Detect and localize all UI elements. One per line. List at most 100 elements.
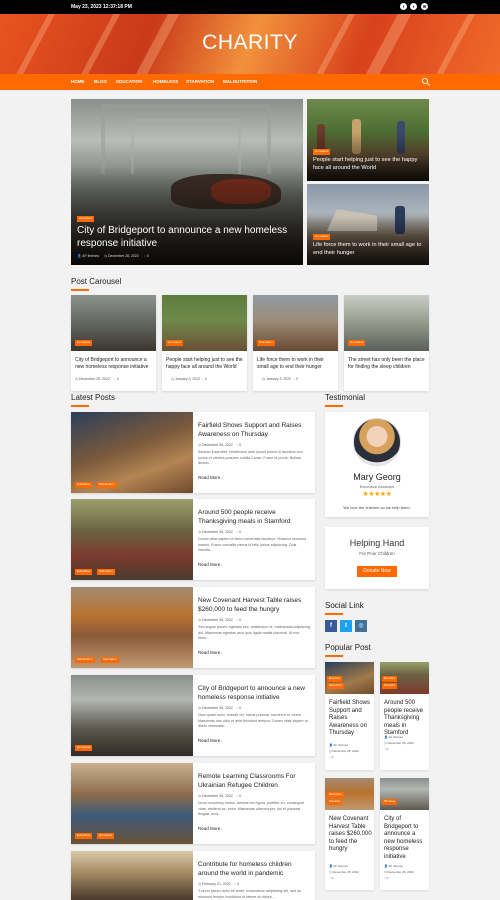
post-title[interactable]: New Covenant Harvest Table raises $260,0… — [329, 816, 373, 854]
category-badge[interactable]: Starvation — [382, 683, 398, 689]
instagram-icon[interactable]: ◎ — [355, 620, 367, 632]
nav-education[interactable]: EDUCATION — [116, 79, 142, 84]
twitter-icon[interactable]: t — [340, 620, 352, 632]
category-badge[interactable]: Homeless — [313, 149, 331, 155]
read-more-link[interactable]: Read More.. — [198, 475, 223, 480]
featured-main-title[interactable]: City of Bridgeport to announce a new hom… — [77, 224, 299, 250]
nav-homeless[interactable]: HOMELESS — [153, 79, 178, 84]
post-thumbnail[interactable] — [71, 499, 193, 580]
carousel-title[interactable]: The street has only been the place for f… — [348, 357, 426, 370]
carousel-card[interactable]: Homeless People start helping just to se… — [162, 295, 247, 391]
post-title[interactable]: Fairfield Shows Support and Raises Aware… — [329, 700, 373, 738]
latest-post[interactable]: Malnutrition Starvation New Covenant Har… — [71, 587, 315, 668]
popular-post-card[interactable]: Malnutrition Starvation New Covenant Har… — [325, 778, 374, 890]
post-author: 👤 AF themes — [329, 864, 348, 868]
carousel-title[interactable]: People start helping just to see the hap… — [166, 357, 244, 370]
popular-post-card[interactable]: Homeless City of Bridgeport to announce … — [380, 778, 429, 890]
rating-stars-icon: ★★★★★ — [362, 491, 392, 498]
post-title[interactable]: Remote Learning Classrooms For Ukrainian… — [198, 773, 311, 790]
category-badge[interactable]: Malnutrition — [97, 482, 117, 488]
site-title[interactable]: CHARITY — [0, 31, 500, 55]
latest-post[interactable]: Education Starvation Around 500 people r… — [71, 499, 315, 580]
latest-post[interactable]: Homeless City of Bridgeport to announce … — [71, 675, 315, 756]
email-icon[interactable]: ✉ — [421, 3, 428, 10]
category-badge[interactable]: Homeless — [75, 340, 93, 346]
post-thumbnail[interactable] — [71, 412, 193, 493]
category-badge[interactable]: Education — [75, 833, 93, 839]
donation-subtitle: For Poor Children — [359, 551, 395, 556]
category-badge[interactable]: Malnutrition — [327, 792, 344, 798]
category-badge[interactable]: Starvation — [257, 340, 275, 346]
post-author: 👤 AF themes — [384, 864, 403, 868]
category-badge[interactable]: Education — [382, 676, 398, 682]
donate-now-button[interactable]: Donate Now — [357, 566, 397, 577]
post-title[interactable]: City of Bridgeport to announce a new hom… — [384, 816, 428, 861]
post-comments: ◌ 0 — [293, 377, 299, 381]
post-date: ◷ December 28, 2022 — [198, 530, 233, 534]
nav-home[interactable]: HOME — [71, 79, 85, 84]
read-more-link[interactable]: Read More.. — [198, 650, 223, 655]
post-date: ◷ December 28, 2022 — [198, 706, 233, 710]
carousel-title[interactable]: Life force them to work in their small a… — [257, 357, 335, 370]
featured-side-title[interactable]: People start helping just to see the hap… — [313, 156, 427, 172]
category-badge[interactable]: Malnutrition — [327, 683, 344, 689]
category-badge[interactable]: Homeless — [313, 234, 331, 240]
author-name[interactable]: AF themes — [82, 254, 99, 258]
featured-side-post[interactable]: Homeless People start helping just to se… — [307, 99, 429, 181]
carousel-card[interactable]: Homeless City of Bridgeport to announce … — [71, 295, 156, 391]
featured-side-title[interactable]: Life force them to work in their small a… — [313, 241, 427, 257]
nav-starvation[interactable]: STARVATION — [186, 79, 214, 84]
featured-main-post[interactable]: Homeless City of Bridgeport to announce … — [71, 99, 303, 265]
category-badge[interactable]: Malnutrition — [75, 657, 95, 663]
carousel-card[interactable]: Starvation Life force them to work in th… — [253, 295, 338, 391]
carousel-title[interactable]: City of Bridgeport to announce a new hom… — [75, 357, 153, 370]
category-badge[interactable]: Education — [75, 482, 93, 488]
nav-blog[interactable]: BLOG — [94, 79, 107, 84]
post-title[interactable]: Contribute for homeless children around … — [198, 861, 311, 878]
latest-post[interactable]: Education Malnutrition Fairfield Shows S… — [71, 412, 315, 493]
post-title[interactable]: City of Bridgeport to announce a new hom… — [198, 685, 311, 702]
author-name[interactable]: AF themes — [333, 864, 348, 868]
post-title[interactable]: New Covenant Harvest Table raises $260,0… — [198, 597, 311, 614]
facebook-icon[interactable]: f — [325, 620, 337, 632]
post-thumbnail[interactable] — [380, 778, 429, 810]
post-thumbnail[interactable] — [71, 675, 193, 756]
post-title[interactable]: Around 500 people receive Thanksgiving m… — [384, 700, 428, 738]
nav-malnutrition[interactable]: MALNUTRITION — [223, 79, 257, 84]
category-badge[interactable]: Starvation — [101, 657, 119, 663]
date-text: December 28, 2022 — [108, 254, 139, 258]
category-badge[interactable]: Homeless — [382, 799, 398, 805]
featured-side-post[interactable]: Homeless Life force them to work in thei… — [307, 184, 429, 265]
popular-post-card[interactable]: Education Malnutrition Fairfield Shows S… — [325, 662, 374, 770]
section-heading: Post Carousel — [71, 277, 122, 286]
latest-post[interactable]: Contribute for homeless children around … — [71, 851, 315, 900]
search-icon[interactable] — [422, 78, 428, 84]
author-name[interactable]: AF themes — [333, 743, 348, 747]
category-badge[interactable]: Homeless — [166, 340, 184, 346]
category-badge[interactable]: Homeless — [348, 340, 366, 346]
category-badge[interactable]: Starvation — [97, 569, 115, 575]
category-badge[interactable]: Starvation — [327, 799, 343, 805]
post-thumbnail[interactable] — [71, 587, 193, 668]
author-name[interactable]: AF themes — [388, 864, 403, 868]
read-more-link[interactable]: Read More.. — [198, 826, 223, 831]
facebook-icon[interactable]: f — [400, 3, 407, 10]
category-badge[interactable]: Homeless — [77, 216, 95, 222]
category-badge[interactable]: Homeless — [75, 745, 93, 751]
author-name[interactable]: AF themes — [388, 735, 403, 739]
twitter-icon[interactable]: t — [410, 3, 417, 10]
popular-post-card[interactable]: Education Starvation Around 500 people r… — [380, 662, 429, 770]
category-badge[interactable]: Education — [327, 676, 343, 682]
carousel-card[interactable]: Homeless The street has only been the pl… — [344, 295, 429, 391]
category-badge[interactable]: Education — [75, 569, 93, 575]
post-thumbnail[interactable] — [71, 763, 193, 844]
post-excerpt: Nunc nonummy metus. Aenean leo ligula, p… — [198, 801, 304, 817]
post-thumbnail[interactable] — [71, 851, 193, 900]
category-badge[interactable]: Homeless — [97, 833, 115, 839]
heading-underline — [325, 405, 343, 407]
post-title[interactable]: Fairfield Shows Support and Raises Aware… — [198, 422, 311, 439]
latest-post[interactable]: Education Homeless Remote Learning Class… — [71, 763, 315, 844]
post-title[interactable]: Around 500 people receive Thanksgiving m… — [198, 509, 311, 526]
read-more-link[interactable]: Read More.. — [198, 562, 223, 567]
read-more-link[interactable]: Read More.. — [198, 738, 223, 743]
